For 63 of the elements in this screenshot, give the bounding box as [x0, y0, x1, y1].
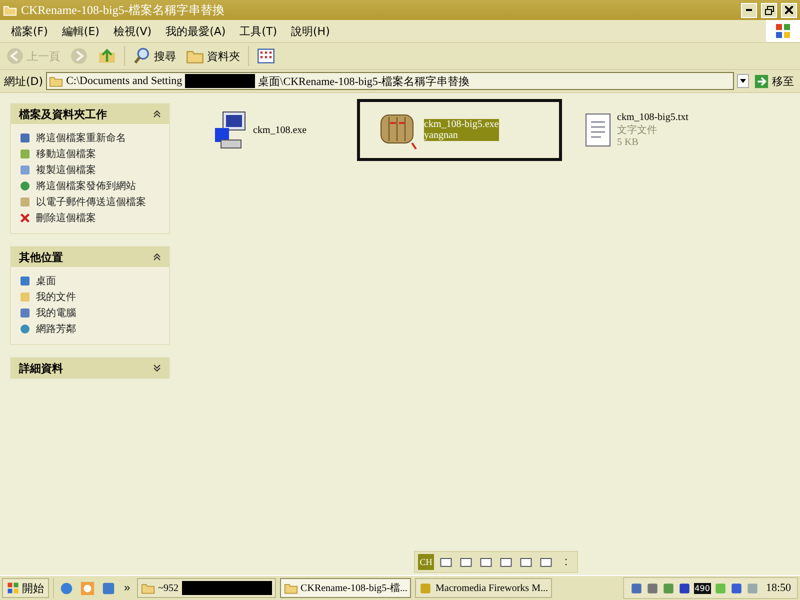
address-field[interactable]: C:\Documents and Setting 桌面\CKRename-108-big5-檔案名稱字串替換 [46, 72, 734, 90]
taskbar-button[interactable]: Macromedia Fireworks M... [415, 578, 552, 598]
redaction-block [185, 74, 256, 88]
go-arrow-icon [754, 74, 769, 88]
task-link[interactable]: 我的文件 [19, 289, 161, 304]
task-link[interactable]: 我的電腦 [19, 305, 161, 320]
minimize-icon [746, 9, 752, 11]
address-label: 網址(D) [4, 74, 44, 88]
dropdown-button[interactable] [737, 74, 749, 88]
menu-item[interactable]: 我的最愛(A) [158, 24, 233, 38]
collapse-icon [153, 253, 161, 261]
caret-icon [740, 78, 746, 82]
clock: 18:50 [766, 582, 791, 594]
file-label: ckm_108-big5.txt 文字文件 5 KB [617, 112, 688, 148]
menu-item[interactable]: 檔案(F) [4, 24, 55, 38]
file-label: ckm_108.exe [253, 124, 307, 136]
delete-icon [19, 212, 31, 224]
task-link[interactable]: 桌面 [19, 273, 161, 288]
taskbar-button[interactable]: ~952 [137, 578, 276, 598]
panel-header[interactable]: 其他位置 [11, 247, 169, 267]
logo [766, 20, 800, 42]
address-path: 桌面\CKRename-108-big5-檔案名稱字串替換 [258, 74, 470, 88]
file-item[interactable]: ckm_108.exe [192, 99, 357, 161]
tray-counter[interactable]: 490 [694, 582, 711, 594]
address-path: C:\Documents and Setting [66, 75, 182, 87]
expand-icon [153, 364, 161, 372]
search-button[interactable]: 搜尋 [131, 47, 178, 65]
task-link[interactable]: 以電子郵件傳送這個檔案 [19, 194, 161, 209]
menu-item[interactable]: 說明(H) [284, 24, 337, 38]
more-button[interactable]: » [121, 582, 134, 594]
task-link[interactable]: 移動這個檔案 [19, 146, 161, 161]
task-link[interactable]: 網路芳鄰 [19, 321, 161, 336]
language-button[interactable]: CH [418, 554, 434, 570]
collapse-icon [153, 110, 161, 118]
folder-up-icon [98, 47, 116, 65]
file-label: ckm_108-big5.exe yangnan [424, 119, 499, 141]
restore-button[interactable] [761, 2, 777, 18]
task-link[interactable]: 刪除這個檔案 [19, 210, 161, 225]
text-file-icon [583, 111, 613, 149]
views-icon [257, 47, 275, 65]
up-button[interactable] [96, 47, 118, 65]
folders-button[interactable]: 資料夾 [184, 47, 242, 65]
highlight-frame[interactable]: ckm_108-big5.exe yangnan [357, 99, 562, 161]
search-icon [133, 47, 151, 65]
windows-flag-icon [7, 582, 19, 594]
minimize-button[interactable] [741, 2, 757, 18]
menu-item[interactable]: 編輯(E) [54, 24, 106, 38]
window-title: CKRename-108-big5-檔案名稱字串替換 [21, 2, 226, 18]
close-icon [785, 6, 793, 14]
panel-header[interactable]: 詳細資料 [11, 358, 169, 378]
restore-icon [764, 6, 774, 14]
task-link[interactable]: 複製這個檔案 [19, 162, 161, 177]
file-item[interactable]: ckm_108-big5.txt 文字文件 5 KB [562, 99, 762, 161]
task-link[interactable]: 將這個檔案重新命名 [19, 130, 161, 145]
panel-header[interactable]: 檔案及資料夾工作 [11, 104, 169, 124]
menu-item[interactable]: 工具(T) [232, 24, 284, 38]
go-button[interactable]: 移至 [752, 74, 796, 88]
menu-item[interactable]: 檢視(V) [106, 24, 159, 38]
views-button[interactable] [255, 47, 277, 65]
start-button[interactable]: 開始 [2, 578, 49, 598]
close-button[interactable] [781, 2, 797, 18]
taskbar-button[interactable]: CKRename-108-big5-檔... [280, 578, 412, 598]
task-link[interactable]: 將這個檔案發佈到網站 [19, 178, 161, 193]
